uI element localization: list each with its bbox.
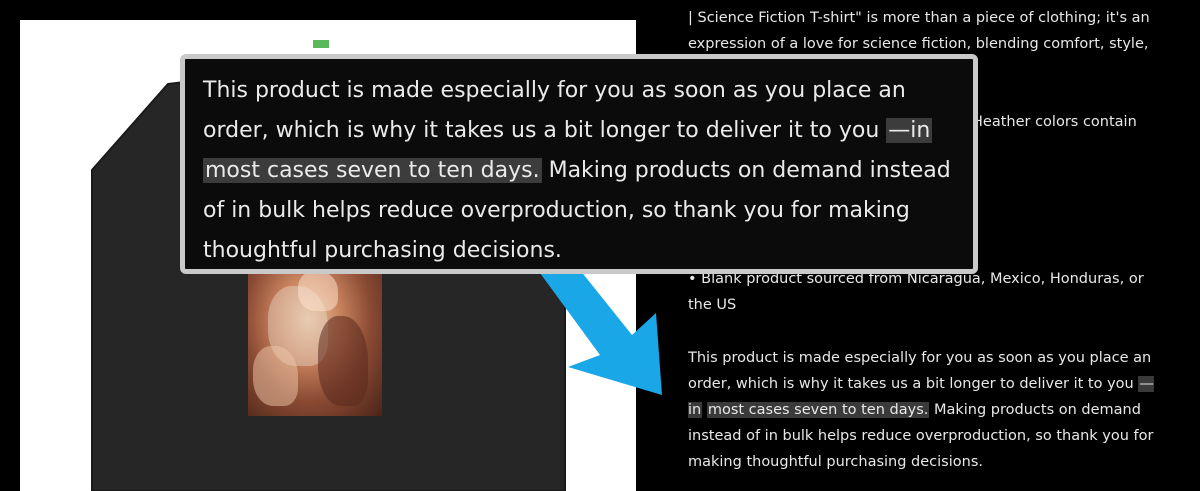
- made-text-before: This product is made especially for you …: [688, 350, 1152, 392]
- shirt-print-graphic: [248, 266, 382, 416]
- made-text-highlight-2: most cases seven to ten days.: [706, 402, 930, 418]
- callout-text: This product is made especially for you …: [203, 71, 973, 271]
- made-to-order-paragraph: This product is made especially for you …: [688, 345, 1163, 475]
- intro-line-1: | Science Fiction T-shirt" is more than …: [688, 10, 1150, 26]
- callout-text-before: This product is made especially for you …: [203, 78, 906, 143]
- heather-fragment: Heather colors contain: [972, 114, 1137, 130]
- arrow-down-right-icon: [540, 255, 662, 395]
- callout-highlight-1: —in: [886, 118, 933, 143]
- shirt-tag: [313, 40, 329, 48]
- callout-highlight-2: most cases seven to ten days.: [203, 158, 542, 183]
- zoom-callout: This product is made especially for you …: [180, 54, 978, 274]
- bullet-line-2: the US: [688, 297, 737, 313]
